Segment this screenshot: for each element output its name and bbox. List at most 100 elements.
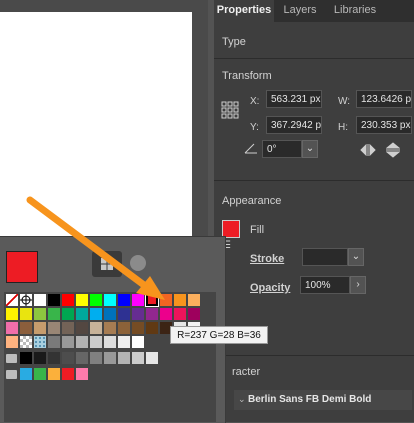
flip-horizontal-icon[interactable] (360, 144, 376, 156)
opacity-label[interactable]: Opacity (250, 282, 290, 294)
y-label: Y: (250, 122, 259, 133)
color-swatch[interactable] (188, 294, 200, 306)
none-swatch[interactable] (6, 294, 18, 306)
color-swatch[interactable] (34, 352, 46, 364)
registration-swatch[interactable] (20, 294, 32, 306)
color-swatch[interactable] (48, 336, 60, 348)
color-swatch[interactable] (132, 294, 144, 306)
color-swatch[interactable] (48, 294, 60, 306)
color-swatch[interactable] (104, 336, 116, 348)
color-swatch[interactable] (174, 308, 186, 320)
color-swatch[interactable] (20, 336, 32, 348)
swatch-group-folder-icon[interactable] (6, 354, 17, 363)
stroke-weight-field[interactable] (302, 248, 348, 266)
color-swatch[interactable] (6, 336, 18, 348)
font-family-dropdown[interactable]: ⌄ Berlin Sans FB Demi Bold (234, 390, 412, 410)
color-swatch[interactable] (118, 322, 130, 334)
color-swatch[interactable] (118, 308, 130, 320)
color-swatch[interactable] (76, 352, 88, 364)
color-swatch[interactable] (118, 352, 130, 364)
color-swatch[interactable] (48, 322, 60, 334)
color-swatch[interactable] (20, 368, 32, 380)
color-swatch[interactable] (132, 352, 144, 364)
reference-point-icon[interactable] (221, 101, 239, 119)
w-label: W: (338, 96, 351, 107)
color-swatch[interactable] (48, 368, 60, 380)
color-swatch[interactable] (188, 308, 200, 320)
color-swatch[interactable] (104, 352, 116, 364)
color-swatch[interactable] (76, 322, 88, 334)
color-swatch[interactable] (76, 294, 88, 306)
color-swatch[interactable] (160, 294, 172, 306)
color-swatch[interactable] (20, 308, 32, 320)
opacity-field[interactable]: 100% (300, 276, 350, 294)
artboard[interactable] (0, 12, 192, 242)
h-field[interactable]: 230.353 px (356, 116, 412, 134)
color-swatch[interactable] (76, 368, 88, 380)
flip-vertical-icon[interactable] (386, 142, 400, 158)
y-field[interactable]: 367.2942 p (266, 116, 322, 134)
color-swatch[interactable] (48, 352, 60, 364)
color-swatch[interactable] (62, 368, 74, 380)
properties-panel: Properties Layers Libraries Type Transfo… (214, 0, 414, 422)
color-swatch[interactable] (132, 308, 144, 320)
color-swatch[interactable] (76, 336, 88, 348)
current-fill-preview (6, 251, 38, 283)
color-swatch[interactable] (34, 322, 46, 334)
panel-tabs: Properties Layers Libraries (214, 0, 414, 22)
tab-layers[interactable]: Layers (276, 0, 324, 22)
color-swatch[interactable] (90, 322, 102, 334)
color-swatch[interactable] (104, 322, 116, 334)
color-swatch[interactable] (62, 322, 74, 334)
color-swatch[interactable] (146, 308, 158, 320)
color-swatch[interactable] (118, 294, 130, 306)
color-swatch[interactable] (146, 352, 158, 364)
color-swatch[interactable] (62, 294, 74, 306)
color-swatch[interactable] (104, 294, 116, 306)
color-swatch[interactable] (160, 308, 172, 320)
opacity-arrow[interactable]: › (350, 276, 366, 294)
color-swatch[interactable] (174, 294, 186, 306)
font-family-name: Berlin Sans FB Demi Bold (248, 394, 372, 405)
color-swatch[interactable] (34, 308, 46, 320)
color-swatch[interactable] (62, 352, 74, 364)
rotate-dropdown[interactable]: ⌄ (302, 140, 318, 158)
stroke-label[interactable]: Stroke (250, 253, 284, 265)
swatch-grid-view-button[interactable] (92, 251, 122, 277)
color-swatch[interactable] (90, 336, 102, 348)
w-field[interactable]: 123.6426 p (356, 90, 412, 108)
color-swatch[interactable] (34, 336, 46, 348)
tab-properties[interactable]: Properties (214, 0, 274, 22)
color-swatch[interactable] (20, 352, 32, 364)
fill-label: Fill (250, 224, 265, 236)
color-swatch[interactable] (132, 322, 144, 334)
color-swatch[interactable] (20, 322, 32, 334)
divider (214, 58, 414, 59)
stroke-dropdown[interactable]: ⌄ (348, 248, 364, 266)
type-section-title: Type (222, 36, 246, 48)
color-swatch[interactable] (90, 308, 102, 320)
tab-libraries[interactable]: Libraries (326, 0, 384, 22)
color-swatch[interactable] (6, 308, 18, 320)
color-swatch[interactable] (34, 368, 46, 380)
transform-section-title: Transform (222, 70, 272, 82)
color-swatch[interactable] (104, 308, 116, 320)
rotate-field[interactable]: 0° (262, 140, 302, 158)
color-swatch[interactable] (48, 308, 60, 320)
color-swatch[interactable] (146, 322, 158, 334)
color-swatch[interactable] (6, 322, 18, 334)
color-swatch[interactable] (34, 294, 46, 306)
x-field[interactable]: 563.231 px (266, 90, 322, 108)
color-swatch[interactable] (62, 336, 74, 348)
x-label: X: (250, 96, 260, 107)
swatch-group-folder-icon[interactable] (6, 370, 17, 379)
selected-red-swatch[interactable] (145, 293, 159, 307)
swatch-libraries-icon[interactable] (130, 255, 146, 271)
color-swatch[interactable] (76, 308, 88, 320)
color-swatch[interactable] (132, 336, 144, 348)
color-swatch[interactable] (90, 294, 102, 306)
color-swatch[interactable] (90, 352, 102, 364)
color-swatch[interactable] (118, 336, 130, 348)
color-swatch[interactable] (62, 308, 74, 320)
swatches-grid[interactable] (4, 292, 216, 422)
